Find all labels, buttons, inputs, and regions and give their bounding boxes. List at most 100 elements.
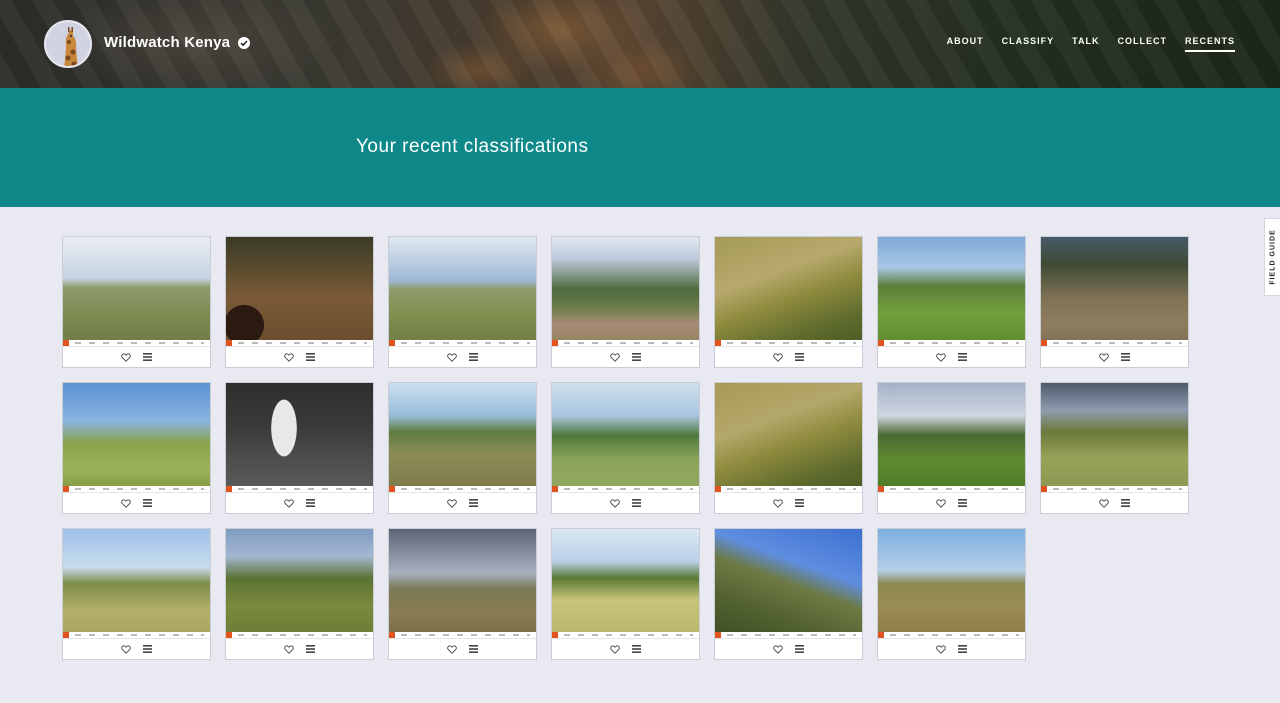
subject-thumbnail[interactable] (552, 529, 699, 638)
list-icon[interactable] (305, 497, 317, 509)
list-icon[interactable] (794, 497, 806, 509)
heart-icon[interactable] (935, 497, 947, 509)
heart-icon[interactable] (772, 497, 784, 509)
subject-thumbnail[interactable] (878, 383, 1025, 492)
subject-thumbnail[interactable] (878, 237, 1025, 346)
classification-card[interactable] (388, 236, 537, 368)
card-actions (226, 638, 373, 659)
subject-thumbnail[interactable] (389, 529, 536, 638)
list-icon[interactable] (631, 497, 643, 509)
card-actions (552, 638, 699, 659)
list-icon[interactable] (957, 351, 969, 363)
classification-card[interactable] (714, 382, 863, 514)
nav-about[interactable]: ABOUT (947, 36, 984, 52)
project-name[interactable]: Wildwatch Kenya (104, 34, 230, 51)
heart-icon[interactable] (120, 351, 132, 363)
heart-icon[interactable] (772, 643, 784, 655)
heart-icon[interactable] (446, 351, 458, 363)
nav-recents[interactable]: RECENTS (1184, 36, 1235, 52)
classification-card[interactable] (1040, 236, 1189, 368)
subject-thumbnail[interactable] (226, 529, 373, 638)
classification-card[interactable] (388, 382, 537, 514)
card-actions (389, 492, 536, 513)
project-title[interactable]: Wildwatch Kenya (104, 34, 251, 51)
list-icon[interactable] (468, 351, 480, 363)
list-icon[interactable] (305, 351, 317, 363)
subject-thumbnail[interactable] (389, 383, 536, 492)
heart-icon[interactable] (935, 643, 947, 655)
nav-collect[interactable]: COLLECT (1117, 36, 1167, 52)
subject-thumbnail[interactable] (1041, 383, 1188, 492)
subject-thumbnail[interactable] (715, 237, 862, 346)
list-icon[interactable] (1120, 351, 1132, 363)
heart-icon[interactable] (120, 497, 132, 509)
heart-icon[interactable] (609, 351, 621, 363)
subject-thumbnail[interactable] (63, 237, 210, 346)
card-actions (389, 638, 536, 659)
classification-card[interactable] (877, 236, 1026, 368)
list-icon[interactable] (1120, 497, 1132, 509)
list-icon[interactable] (794, 351, 806, 363)
heart-icon[interactable] (1098, 497, 1110, 509)
field-guide-tab[interactable]: FIELD GUIDE (1264, 218, 1280, 296)
list-icon[interactable] (142, 643, 154, 655)
classification-card[interactable] (1040, 382, 1189, 514)
list-icon[interactable] (468, 643, 480, 655)
list-icon[interactable] (142, 351, 154, 363)
camera-info-strip (1041, 340, 1188, 346)
classification-card[interactable] (62, 236, 211, 368)
list-icon[interactable] (142, 497, 154, 509)
nav-talk[interactable]: TALK (1072, 36, 1099, 52)
classification-card[interactable] (62, 382, 211, 514)
classification-card[interactable] (62, 528, 211, 660)
list-icon[interactable] (957, 643, 969, 655)
nav-classify[interactable]: CLASSIFY (1002, 36, 1055, 52)
heart-icon[interactable] (935, 351, 947, 363)
classification-card[interactable] (877, 382, 1026, 514)
camera-info-strip (1041, 486, 1188, 492)
heart-icon[interactable] (283, 497, 295, 509)
camera-info-strip (715, 340, 862, 346)
subject-thumbnail[interactable] (63, 529, 210, 638)
heart-icon[interactable] (283, 643, 295, 655)
subject-thumbnail[interactable] (552, 383, 699, 492)
subject-thumbnail[interactable] (389, 237, 536, 346)
camera-info-strip (715, 632, 862, 638)
subject-thumbnail[interactable] (226, 383, 373, 492)
classification-card[interactable] (225, 528, 374, 660)
heart-icon[interactable] (120, 643, 132, 655)
heart-icon[interactable] (283, 351, 295, 363)
classification-card[interactable] (714, 528, 863, 660)
subject-thumbnail[interactable] (63, 383, 210, 492)
subject-thumbnail[interactable] (1041, 237, 1188, 346)
classification-card[interactable] (225, 236, 374, 368)
subject-thumbnail[interactable] (226, 237, 373, 346)
classification-card[interactable] (714, 236, 863, 368)
subject-thumbnail[interactable] (878, 529, 1025, 638)
list-icon[interactable] (957, 497, 969, 509)
list-icon[interactable] (794, 643, 806, 655)
list-icon[interactable] (631, 351, 643, 363)
subject-thumbnail[interactable] (715, 529, 862, 638)
classification-card[interactable] (551, 382, 700, 514)
classification-card[interactable] (388, 528, 537, 660)
heart-icon[interactable] (446, 497, 458, 509)
heart-icon[interactable] (609, 497, 621, 509)
heart-icon[interactable] (609, 643, 621, 655)
subject-thumbnail[interactable] (715, 383, 862, 492)
project-avatar[interactable] (44, 20, 92, 68)
card-actions (63, 638, 210, 659)
heart-icon[interactable] (772, 351, 784, 363)
classification-card[interactable] (551, 236, 700, 368)
list-icon[interactable] (468, 497, 480, 509)
list-icon[interactable] (305, 643, 317, 655)
heart-icon[interactable] (1098, 351, 1110, 363)
heart-icon[interactable] (446, 643, 458, 655)
giraffe-icon (46, 22, 90, 66)
classification-card[interactable] (877, 528, 1026, 660)
list-icon[interactable] (631, 643, 643, 655)
camera-info-strip (552, 486, 699, 492)
classification-card[interactable] (551, 528, 700, 660)
subject-thumbnail[interactable] (552, 237, 699, 346)
classification-card[interactable] (225, 382, 374, 514)
